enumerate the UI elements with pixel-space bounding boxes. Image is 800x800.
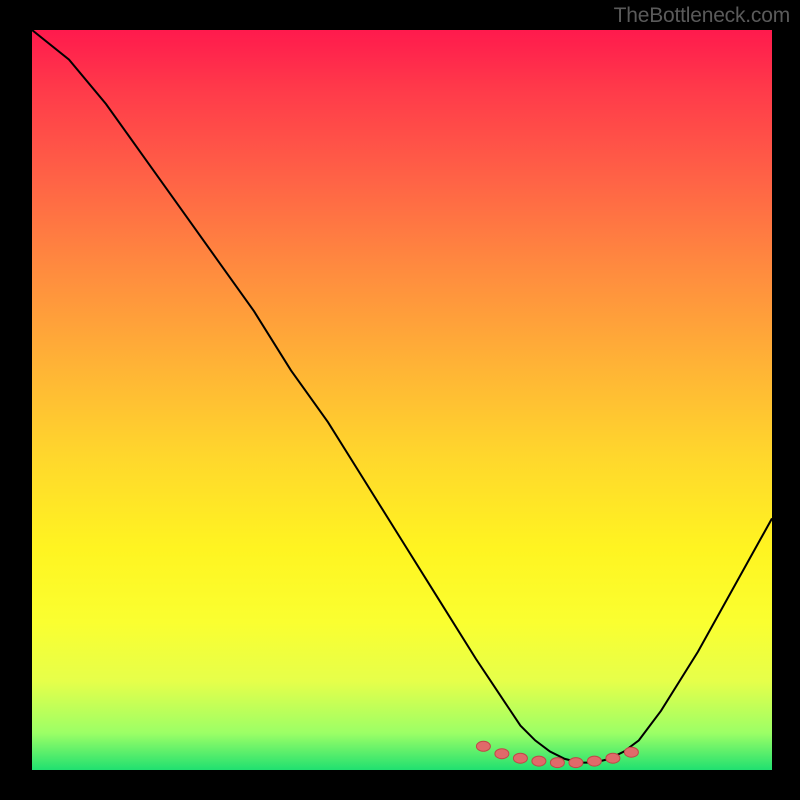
watermark-text: TheBottleneck.com xyxy=(614,4,790,28)
highlight-dot xyxy=(624,747,638,757)
highlight-dot xyxy=(569,758,583,768)
highlight-dot xyxy=(476,741,490,751)
highlight-dot xyxy=(587,756,601,766)
plot-area xyxy=(32,30,772,770)
highlight-dot xyxy=(495,749,509,759)
highlight-dot xyxy=(532,756,546,766)
highlight-dot xyxy=(513,753,527,763)
highlight-dot xyxy=(550,758,564,768)
bottleneck-curve xyxy=(32,30,772,763)
curve-svg xyxy=(32,30,772,770)
highlight-dot xyxy=(606,753,620,763)
chart-frame: TheBottleneck.com xyxy=(0,0,800,800)
